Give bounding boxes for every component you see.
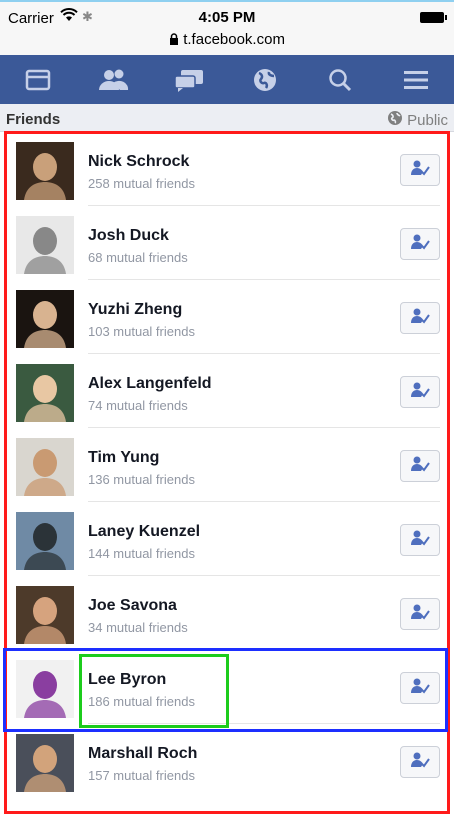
friend-avatar[interactable] xyxy=(16,142,74,200)
messages-icon[interactable] xyxy=(169,60,209,100)
status-time: 4:05 PM xyxy=(198,9,256,26)
friend-name[interactable]: Lee Byron xyxy=(88,671,166,689)
friend-row[interactable]: Josh Duck 68 mutual friends xyxy=(0,206,454,280)
add-friend-icon xyxy=(410,455,430,478)
section-title: Friends xyxy=(6,111,61,128)
friend-name[interactable]: Tim Yung xyxy=(88,449,159,467)
friend-name[interactable]: Alex Langenfeld xyxy=(88,375,212,393)
mutual-friends-count: 103 mutual friends xyxy=(88,324,195,339)
top-nav xyxy=(0,55,454,104)
mutual-friends-count: 74 mutual friends xyxy=(88,398,188,413)
friend-name[interactable]: Josh Duck xyxy=(88,227,169,245)
friend-name[interactable]: Yuzhi Zheng xyxy=(88,301,182,319)
status-bar: Carrier ✱ 4:05 PM t.facebook.com xyxy=(0,0,454,55)
mutual-friends-count: 258 mutual friends xyxy=(88,176,195,191)
search-icon[interactable] xyxy=(320,60,360,100)
mutual-friends-count: 144 mutual friends xyxy=(88,546,195,561)
friend-row[interactable]: Marshall Roch 157 mutual friends xyxy=(0,724,454,798)
friend-name[interactable]: Nick Schrock xyxy=(88,153,189,171)
friend-action-button[interactable] xyxy=(400,450,440,482)
add-friend-icon xyxy=(410,529,430,552)
add-friend-icon xyxy=(410,233,430,256)
friends-section-header: Friends Public xyxy=(0,104,454,132)
friend-avatar[interactable] xyxy=(16,660,74,718)
friend-avatar[interactable] xyxy=(16,438,74,496)
lock-icon xyxy=(169,31,183,48)
add-friend-icon xyxy=(410,603,430,626)
friend-row[interactable]: Lee Byron 186 mutual friends xyxy=(0,650,454,724)
friend-name[interactable]: Joe Savona xyxy=(88,597,177,615)
friend-avatar[interactable] xyxy=(16,734,74,792)
friend-avatar[interactable] xyxy=(16,586,74,644)
mutual-friends-count: 186 mutual friends xyxy=(88,694,195,709)
add-friend-icon xyxy=(410,381,430,404)
friend-row[interactable]: Alex Langenfeld 74 mutual friends xyxy=(0,354,454,428)
mutual-friends-count: 68 mutual friends xyxy=(88,250,188,265)
address-bar[interactable]: t.facebook.com xyxy=(0,31,454,48)
globe-icon xyxy=(387,110,403,130)
add-friend-icon xyxy=(410,307,430,330)
friend-avatar[interactable] xyxy=(16,512,74,570)
friend-action-button[interactable] xyxy=(400,746,440,778)
mutual-friends-count: 157 mutual friends xyxy=(88,768,195,783)
mutual-friends-count: 136 mutual friends xyxy=(88,472,195,487)
friend-action-button[interactable] xyxy=(400,228,440,260)
battery-icon xyxy=(420,12,447,23)
friend-action-button[interactable] xyxy=(400,672,440,704)
friend-action-button[interactable] xyxy=(400,302,440,334)
add-friend-icon xyxy=(410,159,430,182)
friend-action-button[interactable] xyxy=(400,524,440,556)
friend-row[interactable]: Tim Yung 136 mutual friends xyxy=(0,428,454,502)
friend-avatar[interactable] xyxy=(16,290,74,348)
friend-name[interactable]: Laney Kuenzel xyxy=(88,523,200,541)
privacy-label: Public xyxy=(407,111,448,129)
friend-avatar[interactable] xyxy=(16,364,74,422)
friend-action-button[interactable] xyxy=(400,154,440,186)
url-text: t.facebook.com xyxy=(183,31,285,48)
menu-icon[interactable] xyxy=(396,60,436,100)
add-friend-icon xyxy=(410,751,430,774)
friends-icon[interactable] xyxy=(93,60,133,100)
mutual-friends-count: 34 mutual friends xyxy=(88,620,188,635)
notifications-globe-icon[interactable] xyxy=(245,60,285,100)
privacy-indicator[interactable]: Public xyxy=(387,110,448,130)
friend-row[interactable]: Nick Schrock 258 mutual friends xyxy=(0,132,454,206)
news-feed-icon[interactable] xyxy=(18,60,58,100)
friend-action-button[interactable] xyxy=(400,598,440,630)
friend-avatar[interactable] xyxy=(16,216,74,274)
friend-row[interactable]: Laney Kuenzel 144 mutual friends xyxy=(0,502,454,576)
add-friend-icon xyxy=(410,677,430,700)
friend-row[interactable]: Yuzhi Zheng 103 mutual friends xyxy=(0,280,454,354)
friend-action-button[interactable] xyxy=(400,376,440,408)
app-frame: Carrier ✱ 4:05 PM t.facebook.com Friends… xyxy=(0,0,454,816)
friend-name[interactable]: Marshall Roch xyxy=(88,745,197,763)
friend-row[interactable]: Joe Savona 34 mutual friends xyxy=(0,576,454,650)
